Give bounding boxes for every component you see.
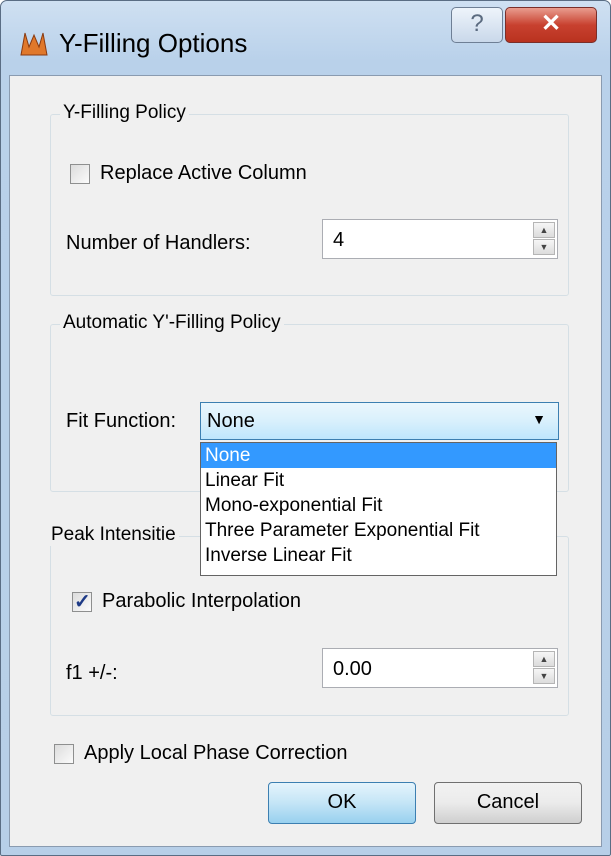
parabolic-interpolation-label[interactable]: Parabolic Interpolation xyxy=(102,590,301,613)
apply-local-phase-correction-label[interactable]: Apply Local Phase Correction xyxy=(84,742,347,765)
f1-label: f1 +/-: xyxy=(66,662,118,684)
close-button[interactable]: ✕ xyxy=(505,7,597,43)
fit-option-linear[interactable]: Linear Fit xyxy=(201,468,556,493)
number-of-handlers-stepper[interactable]: ▲ ▼ xyxy=(533,222,555,256)
f1-stepper[interactable]: ▲ ▼ xyxy=(533,651,555,685)
fit-option-none[interactable]: None xyxy=(201,443,556,468)
y-filling-policy-group xyxy=(50,114,569,296)
app-logo-icon xyxy=(20,32,48,56)
help-button[interactable]: ? xyxy=(451,7,503,43)
f1-spinbox[interactable]: 0.00 ▲ ▼ xyxy=(322,648,558,688)
chevron-down-icon[interactable]: ▼ xyxy=(532,411,546,427)
peak-intensities-title: Peak Intensitie xyxy=(48,524,179,546)
automatic-y-filling-policy-title: Automatic Y'-Filling Policy xyxy=(60,312,284,334)
dialog-body: Y-Filling Policy Replace Active Column N… xyxy=(9,75,602,847)
parabolic-interpolation-checkbox[interactable]: ✓ xyxy=(72,591,92,613)
replace-active-column-label[interactable]: Replace Active Column xyxy=(100,162,307,185)
replace-active-column-checkbox[interactable] xyxy=(70,164,90,184)
fit-function-dropdown-list: None Linear Fit Mono-exponential Fit Thr… xyxy=(200,442,557,576)
apply-local-phase-correction-checkbox[interactable] xyxy=(54,744,74,764)
cancel-button[interactable]: Cancel xyxy=(434,782,582,824)
title-bar[interactable]: Y-Filling Options ? ✕ xyxy=(1,1,610,75)
ok-button[interactable]: OK xyxy=(268,782,416,824)
checkmark-icon: ✓ xyxy=(74,591,91,613)
number-of-handlers-spinbox[interactable]: 4 ▲ ▼ xyxy=(322,219,558,259)
f1-value[interactable]: 0.00 xyxy=(333,658,372,681)
spin-down-icon[interactable]: ▼ xyxy=(533,668,555,684)
fit-option-inverse-linear[interactable]: Inverse Linear Fit xyxy=(201,543,556,568)
number-of-handlers-label: Number of Handlers: xyxy=(66,232,251,254)
spin-down-icon[interactable]: ▼ xyxy=(533,239,555,255)
fit-function-value[interactable]: None xyxy=(207,410,255,433)
dialog-window: Y-Filling Options ? ✕ Y-Filling Policy R… xyxy=(0,0,611,856)
spin-up-icon[interactable]: ▲ xyxy=(533,222,555,238)
spin-up-icon[interactable]: ▲ xyxy=(533,651,555,667)
fit-option-three-parameter-exponential[interactable]: Three Parameter Exponential Fit xyxy=(201,518,556,543)
number-of-handlers-value[interactable]: 4 xyxy=(333,229,344,252)
fit-function-select[interactable]: None ▼ xyxy=(200,402,559,440)
y-filling-policy-title: Y-Filling Policy xyxy=(60,102,189,124)
fit-option-mono-exponential[interactable]: Mono-exponential Fit xyxy=(201,493,556,518)
window-title: Y-Filling Options xyxy=(59,28,248,58)
fit-function-label: Fit Function: xyxy=(66,410,177,432)
